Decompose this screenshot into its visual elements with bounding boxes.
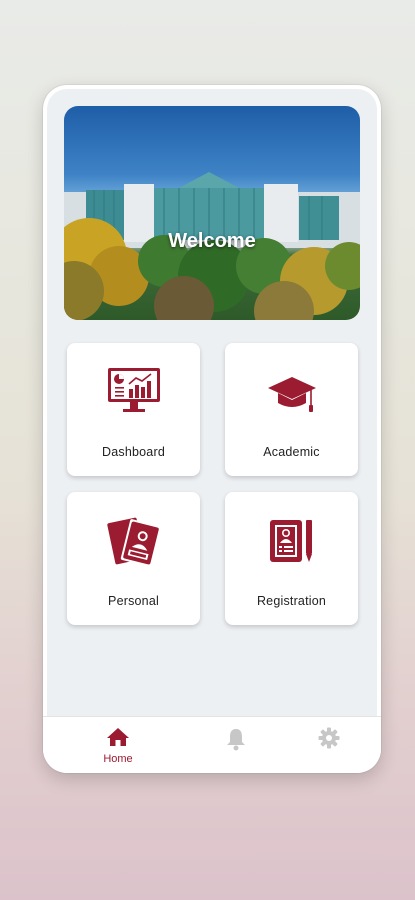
academic-label: Academic	[263, 445, 320, 459]
nav-settings[interactable]	[299, 727, 359, 754]
bottom-nav: Home	[43, 716, 381, 773]
welcome-banner: Welcome	[64, 106, 360, 320]
nav-home[interactable]: Home	[88, 727, 148, 765]
registration-label: Registration	[256, 594, 327, 608]
phone-frame: Welcome Dashboard Academic Personal Regi…	[43, 85, 381, 773]
home-icon	[107, 728, 129, 746]
gear-icon	[318, 727, 340, 749]
personal-label: Personal	[108, 594, 159, 608]
home-screen: Welcome Dashboard Academic Personal Regi…	[47, 89, 377, 717]
dashboard-label: Dashboard	[102, 445, 165, 459]
graduation-cap-icon	[267, 377, 316, 412]
personal-id-cards-icon	[106, 517, 161, 567]
bell-icon	[227, 729, 245, 751]
campus-photo	[64, 172, 360, 320]
nav-home-label: Home	[103, 753, 133, 765]
nav-notifications[interactable]	[206, 727, 266, 756]
registration-tile[interactable]: Registration	[225, 492, 358, 625]
dashboard-tile[interactable]: Dashboard	[67, 343, 200, 476]
personal-tile[interactable]: Personal	[67, 492, 200, 625]
dashboard-monitor-chart-icon	[107, 368, 160, 412]
welcome-title: Welcome	[168, 230, 256, 252]
registration-form-pen-icon	[269, 520, 312, 562]
academic-tile[interactable]: Academic	[225, 343, 358, 476]
